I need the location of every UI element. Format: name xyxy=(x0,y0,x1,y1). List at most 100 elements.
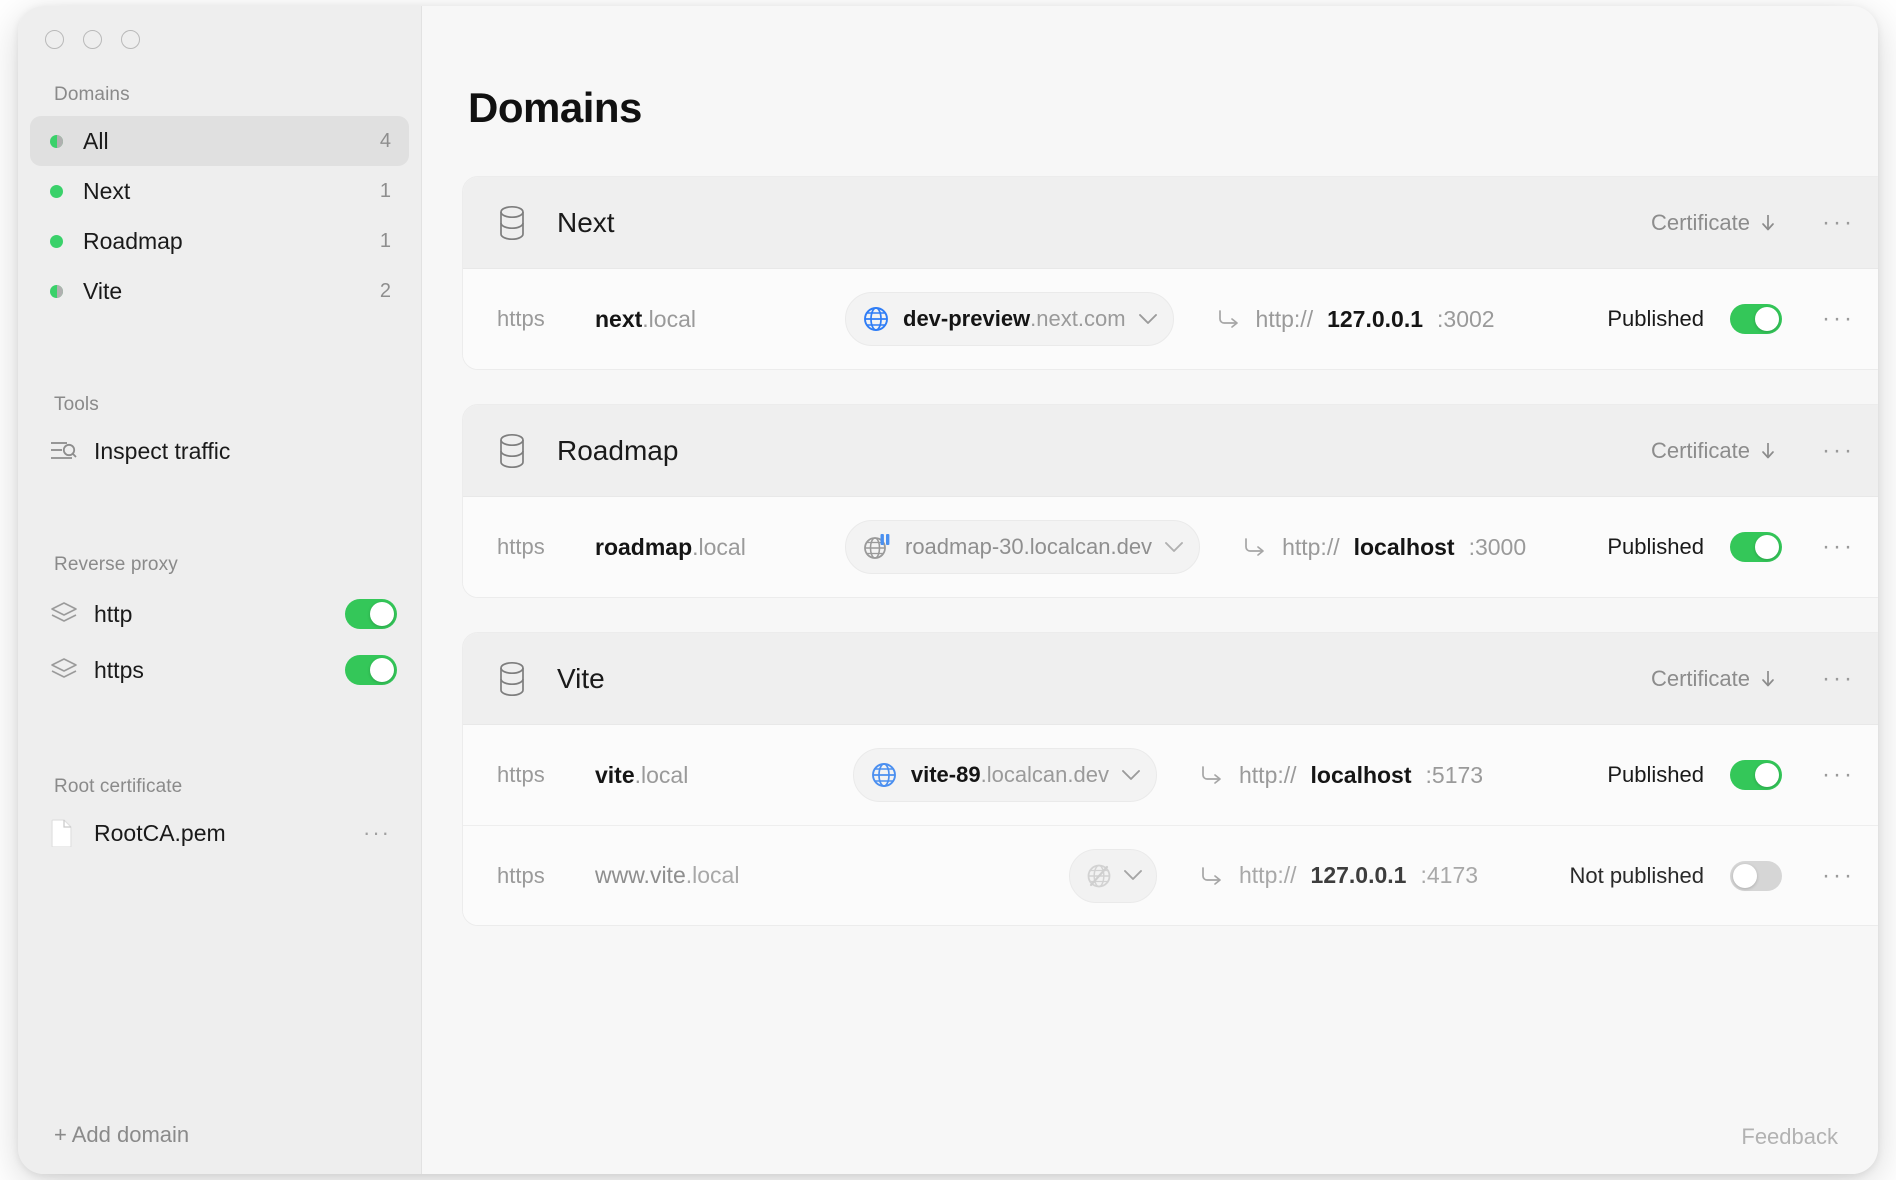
database-icon xyxy=(497,432,527,470)
published-toggle[interactable] xyxy=(1730,532,1782,562)
reverse-proxy-label: http xyxy=(94,601,345,628)
public-url-text: roadmap-30.localcan.dev xyxy=(905,534,1152,560)
card-title: Roadmap xyxy=(557,435,1651,467)
card-menu-icon[interactable]: ··· xyxy=(1822,665,1855,693)
reverse-proxy-toggle-https[interactable] xyxy=(345,655,397,685)
close-button[interactable] xyxy=(45,30,64,49)
published-toggle[interactable] xyxy=(1730,760,1782,790)
toggle-knob xyxy=(370,658,394,682)
zoom-button[interactable] xyxy=(121,30,140,49)
download-arrow-icon xyxy=(1760,441,1776,461)
globe-disabled-icon xyxy=(1084,861,1114,891)
published-toggle[interactable] xyxy=(1730,861,1782,891)
sidebar-item-inspect-traffic[interactable]: Inspect traffic xyxy=(30,426,409,476)
certificate-download-button[interactable]: Certificate xyxy=(1651,666,1776,692)
domain-card-next: Next Certificate ··· https xyxy=(462,176,1878,370)
public-url-dropdown[interactable]: dev-preview.next.com xyxy=(845,292,1174,346)
public-url-wrap: roadmap-30.localcan.dev xyxy=(845,520,1218,574)
sidebar-item-count: 4 xyxy=(380,130,391,153)
domain-scheme: https xyxy=(497,534,595,560)
domain-local-host-name: roadmap xyxy=(595,534,692,560)
domain-local-host: www.vite.local xyxy=(595,862,845,889)
sidebar-item-label: Next xyxy=(83,178,380,205)
target-scheme: http:// xyxy=(1239,862,1297,889)
certificate-download-button[interactable]: Certificate xyxy=(1651,438,1776,464)
domain-row: https roadmap.local xyxy=(463,497,1878,597)
row-menu-icon[interactable]: ··· xyxy=(1822,761,1855,789)
domain-card-vite: Vite Certificate ··· https xyxy=(462,632,1878,926)
sidebar-tools-heading: Tools xyxy=(18,376,421,426)
row-menu-icon[interactable]: ··· xyxy=(1822,533,1855,561)
domain-row: https vite.local xyxy=(463,725,1878,825)
domain-cards-list: Next Certificate ··· https xyxy=(422,132,1878,926)
public-url-text: dev-preview.next.com xyxy=(903,306,1126,332)
feedback-button[interactable]: Feedback xyxy=(1741,1124,1838,1150)
domain-local-host-suffix: .local xyxy=(642,306,696,332)
public-url-suffix: .localcan.dev xyxy=(1024,534,1152,559)
certificate-label: Certificate xyxy=(1651,210,1750,236)
public-url-wrap: vite-89.localcan.dev xyxy=(845,748,1175,802)
public-url-subdomain: dev-preview xyxy=(903,306,1030,331)
toggle-knob xyxy=(1733,864,1757,888)
reverse-proxy-row-https[interactable]: https xyxy=(30,642,409,698)
minimize-button[interactable] xyxy=(83,30,102,49)
reverse-proxy-label: https xyxy=(94,657,345,684)
download-arrow-icon xyxy=(1760,669,1776,689)
reverse-proxy-toggle-http[interactable] xyxy=(345,599,397,629)
domain-local-host-suffix: .local xyxy=(686,862,740,888)
chevron-down-icon xyxy=(1122,770,1140,781)
root-certificate-row[interactable]: RootCA.pem ··· xyxy=(30,808,409,858)
domain-local-host-suffix: .local xyxy=(635,762,689,788)
card-title: Vite xyxy=(557,663,1651,695)
sidebar-item-vite[interactable]: Vite 2 xyxy=(30,266,409,316)
sidebar-item-label: All xyxy=(83,128,380,155)
public-url-wrap: dev-preview.next.com xyxy=(845,292,1192,346)
public-url-dropdown[interactable] xyxy=(1069,849,1157,903)
sidebar-flex-spacer xyxy=(18,858,421,1122)
row-menu-icon[interactable]: ··· xyxy=(1822,305,1855,333)
public-url-dropdown[interactable]: roadmap-30.localcan.dev xyxy=(845,520,1200,574)
status-dot-icon xyxy=(50,135,63,148)
domain-card-roadmap: Roadmap Certificate ··· https xyxy=(462,404,1878,598)
domain-row: https www.vite.local xyxy=(463,825,1878,925)
sidebar-item-all[interactable]: All 4 xyxy=(30,116,409,166)
card-menu-icon[interactable]: ··· xyxy=(1822,209,1855,237)
certificate-download-button[interactable]: Certificate xyxy=(1651,210,1776,236)
public-url-subdomain: vite-89 xyxy=(911,762,981,787)
root-certificate-menu-icon[interactable]: ··· xyxy=(363,820,391,846)
reverse-proxy-row-http[interactable]: http xyxy=(30,586,409,642)
target-host: localhost xyxy=(1354,534,1455,561)
published-toggle[interactable] xyxy=(1730,304,1782,334)
globe-icon xyxy=(870,761,898,789)
sidebar-reverse-proxy-list: http https xyxy=(18,586,421,698)
row-menu-icon[interactable]: ··· xyxy=(1822,862,1855,890)
sidebar-item-next[interactable]: Next 1 xyxy=(30,166,409,216)
published-label: Published xyxy=(1607,306,1704,332)
domain-target-url: http://127.0.0.1:4173 xyxy=(1175,862,1569,889)
public-url-dropdown[interactable]: vite-89.localcan.dev xyxy=(853,748,1157,802)
target-host: localhost xyxy=(1311,762,1412,789)
download-arrow-icon xyxy=(1760,213,1776,233)
card-header: Roadmap Certificate ··· xyxy=(463,405,1878,497)
target-port: :3002 xyxy=(1437,306,1495,333)
globe-paused-icon xyxy=(862,533,892,561)
domain-scheme: https xyxy=(497,306,595,332)
sidebar: Domains All 4 Next 1 Roadmap 1 Vite 2 xyxy=(18,6,422,1174)
domain-target-url: http://localhost:5173 xyxy=(1175,762,1607,789)
public-url-subdomain: roadmap-30 xyxy=(905,534,1024,559)
card-menu-icon[interactable]: ··· xyxy=(1822,437,1855,465)
add-domain-button[interactable]: + Add domain xyxy=(18,1122,421,1174)
sidebar-spacer-3 xyxy=(18,698,421,758)
status-dot-icon xyxy=(50,185,63,198)
sidebar-item-roadmap[interactable]: Roadmap 1 xyxy=(30,216,409,266)
domain-local-host: roadmap.local xyxy=(595,534,845,561)
target-scheme: http:// xyxy=(1239,762,1297,789)
target-port: :3000 xyxy=(1469,534,1527,561)
inspect-traffic-icon xyxy=(50,439,78,463)
sidebar-item-count: 1 xyxy=(380,180,391,203)
domain-local-host-name: www.vite xyxy=(595,862,686,888)
chevron-down-icon xyxy=(1139,314,1157,325)
domain-local-host-suffix: .local xyxy=(692,534,746,560)
target-port: :4173 xyxy=(1420,862,1478,889)
window-traffic-lights xyxy=(18,6,421,66)
